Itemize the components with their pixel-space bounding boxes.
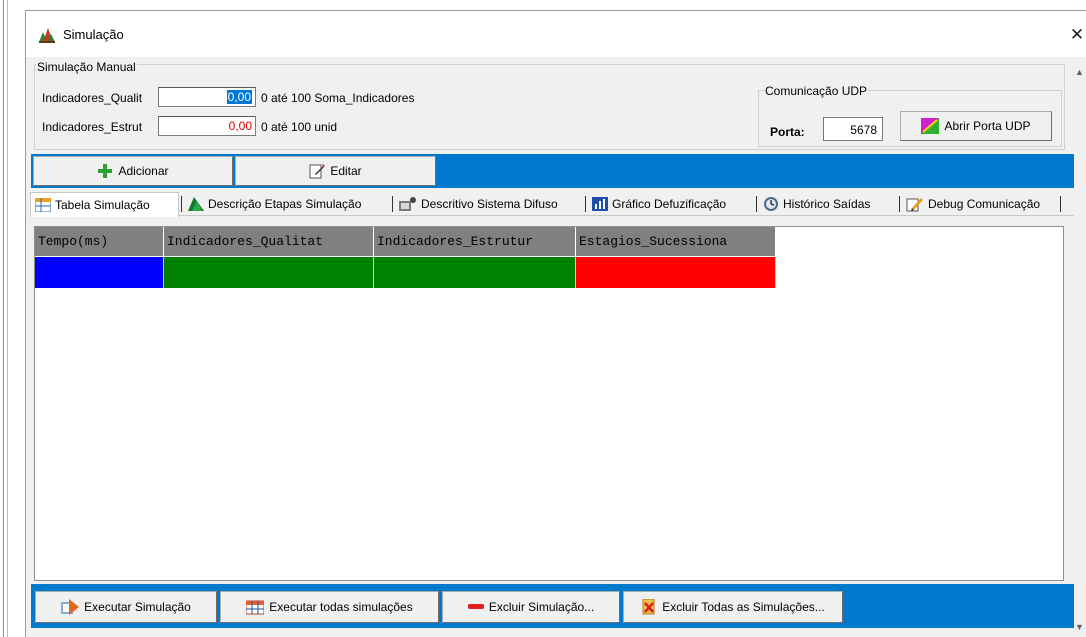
execute-all-label: Executar todas simulações xyxy=(269,600,413,614)
left-border xyxy=(0,0,9,637)
tab-strip: Tabela Simulação Descrição Etapas Simula… xyxy=(30,192,1074,217)
tab-descricao-etapas[interactable]: Descrição Etapas Simulação xyxy=(184,192,361,216)
steps-icon xyxy=(188,197,204,211)
structural-range: 0 até 100 unid xyxy=(261,120,338,134)
table-cell[interactable] xyxy=(576,257,776,288)
tab-separator xyxy=(899,196,900,212)
tab-label: Debug Comunicação xyxy=(928,197,1041,211)
fuzzy-icon xyxy=(399,197,417,211)
scroll-up-icon[interactable]: ▲ xyxy=(1075,67,1084,77)
scroll-down-icon[interactable]: ▼ xyxy=(1075,622,1084,632)
column-header-qualitativos[interactable]: Indicadores_Qualitat xyxy=(164,227,374,257)
execute-simulation-button[interactable]: Executar Simulação xyxy=(35,591,217,623)
tab-label: Descrição Etapas Simulação xyxy=(208,197,362,211)
delete-document-icon xyxy=(641,599,657,615)
vertical-scrollbar[interactable]: ▲ ▼ xyxy=(1074,57,1086,637)
tab-descritivo-difuso[interactable]: Descritivo Sistema Difuso xyxy=(395,192,558,216)
add-button[interactable]: Adicionar xyxy=(33,156,233,186)
table-icon xyxy=(35,198,51,212)
debug-icon xyxy=(906,196,924,212)
tab-label: Descritivo Sistema Difuso xyxy=(421,197,558,211)
qualitative-label: Indicadores_Qualit xyxy=(42,91,143,105)
qualitative-range: 0 até 100 Soma_Indicadores xyxy=(261,91,415,105)
delete-simulation-button[interactable]: Excluir Simulação... xyxy=(442,591,620,623)
open-udp-port-button[interactable]: Abrir Porta UDP xyxy=(900,111,1052,141)
window-title: Simulação xyxy=(63,27,124,42)
delete-all-button[interactable]: Excluir Todas as Simulações... xyxy=(623,591,843,623)
tab-separator xyxy=(1060,196,1061,212)
execute-all-button[interactable]: Executar todas simulações xyxy=(220,591,439,623)
open-udp-port-label: Abrir Porta UDP xyxy=(944,119,1031,133)
delete-all-label: Excluir Todas as Simulações... xyxy=(662,600,825,614)
app-logo-icon xyxy=(38,27,56,43)
tab-label: Histórico Saídas xyxy=(783,197,871,211)
edit-button[interactable]: Editar xyxy=(235,156,436,186)
structural-input[interactable]: 0,00 xyxy=(158,116,256,136)
title-bar: Simulação ✕ xyxy=(26,11,1086,57)
column-header-estruturais[interactable]: Indicadores_Estrutur xyxy=(374,227,576,257)
edit-label: Editar xyxy=(330,164,362,178)
tab-historico-saidas[interactable]: Histórico Saídas xyxy=(759,192,870,216)
delete-simulation-label: Excluir Simulação... xyxy=(488,600,595,614)
table-cell[interactable] xyxy=(374,257,576,288)
close-icon[interactable]: ✕ xyxy=(1068,25,1086,45)
column-header-tempo[interactable]: Tempo(ms) xyxy=(35,227,164,257)
pencil-icon xyxy=(309,163,326,179)
udp-legend: Comunicação UDP xyxy=(764,84,869,98)
execute-simulation-label: Executar Simulação xyxy=(84,600,191,614)
simulation-window: Simulação ✕ ▲ ▼ Simulação Manual Indicad… xyxy=(25,10,1086,637)
tab-separator xyxy=(585,196,586,212)
qualitative-input[interactable]: 0,00 xyxy=(158,87,256,107)
history-icon xyxy=(763,196,779,212)
simulation-table[interactable]: Tempo(ms) Indicadores_Qualitat Indicador… xyxy=(34,226,1064,581)
tab-separator xyxy=(392,196,393,212)
edit-toolbar: Adicionar Editar xyxy=(31,154,1074,188)
add-label: Adicionar xyxy=(118,164,169,178)
manual-simulation-legend: Simulação Manual xyxy=(36,60,137,74)
action-toolbar: Executar Simulação Executar todas simula… xyxy=(31,584,1074,628)
table-cell[interactable] xyxy=(164,257,374,288)
chart-icon xyxy=(592,197,608,211)
structural-label: Indicadores_Estrut xyxy=(42,120,143,134)
tab-label: Gráfico Defuzificação xyxy=(612,197,727,211)
port-label: Porta: xyxy=(770,125,805,139)
table-grid-icon xyxy=(246,599,265,615)
tab-tabela-simulacao[interactable]: Tabela Simulação xyxy=(30,192,179,217)
tab-label: Tabela Simulação xyxy=(55,198,150,212)
port-input[interactable]: 5678 xyxy=(823,117,883,141)
column-header-estagios[interactable]: Estagios_Sucessiona xyxy=(576,227,776,257)
minus-icon xyxy=(467,603,484,611)
play-icon xyxy=(61,599,80,615)
tab-separator xyxy=(181,196,182,212)
plus-icon xyxy=(97,163,113,179)
network-icon xyxy=(921,118,940,134)
tab-separator xyxy=(756,196,757,212)
tab-grafico-defuzificacao[interactable]: Gráfico Defuzificação xyxy=(588,192,726,216)
table-cell[interactable] xyxy=(35,257,164,288)
tab-debug-comunicacao[interactable]: Debug Comunicação xyxy=(902,192,1040,216)
